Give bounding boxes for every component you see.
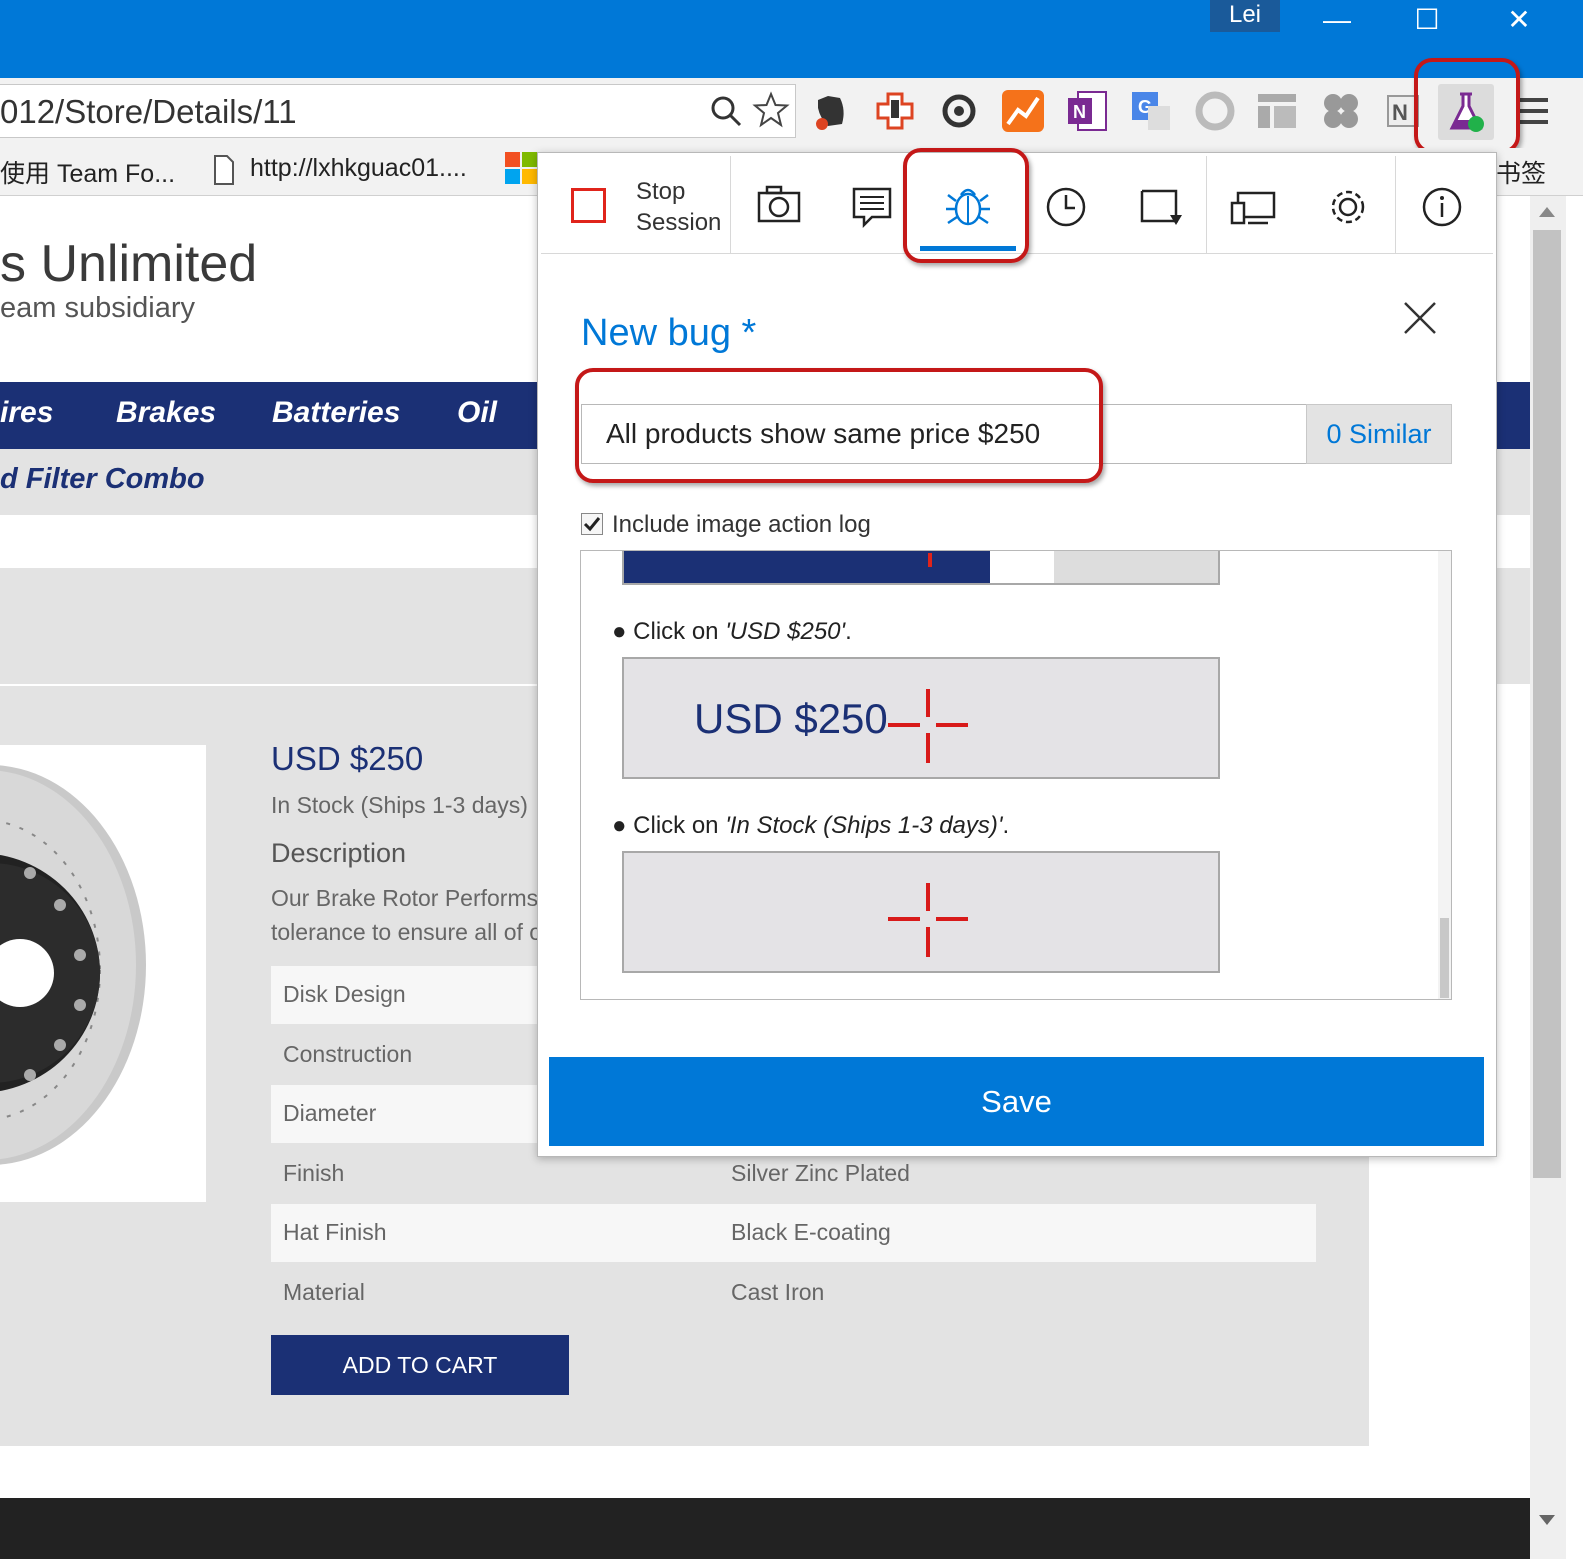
star-icon[interactable] [752,91,790,129]
translate-icon[interactable]: G [1128,88,1174,134]
close-window-icon[interactable]: ✕ [1474,0,1564,40]
toolbar-separator [730,156,731,254]
address-bar[interactable]: 012/Store/Details/11 [0,84,796,138]
toolbar-separator [1395,156,1396,254]
product-image [0,745,206,1202]
url-text: 012/Store/Details/11 [0,93,297,130]
crosshair-icon [888,689,968,763]
spec-label: Material [283,1279,365,1305]
stop-session-line1: Stop [636,178,686,205]
note-icon[interactable] [832,165,912,247]
search-icon[interactable] [708,93,744,129]
spec-label: Disk Design [283,981,406,1007]
spec-label: Finish [283,1160,345,1186]
nav-brakes[interactable]: Brakes [116,396,216,430]
highlight-bug-title [575,368,1103,483]
checkmark-icon [583,517,601,532]
page-footer [0,1498,1530,1559]
bullet: ● [612,618,634,645]
spec-label: Diameter [283,1100,377,1126]
layout-icon[interactable] [1254,88,1300,134]
svg-text:N: N [1073,102,1086,122]
log-item-target: 'USD $250' [725,618,846,645]
crop-icon[interactable] [1120,165,1200,247]
analytics-icon[interactable] [1000,88,1046,134]
scroll-down-icon[interactable] [1538,1514,1556,1526]
microsoft-icon[interactable] [505,152,537,184]
bullet: ● [612,812,634,839]
log-thumbnail [622,851,1220,973]
log-item-suffix: . [1002,812,1010,839]
log-scroll-thumb[interactable] [1440,918,1449,998]
devices-icon[interactable] [1214,165,1294,247]
crosshair-icon [888,883,968,957]
spec-value: Black E-coating [731,1219,891,1245]
log-item-target: 'In Stock (Ships 1-3 days)' [725,812,1003,839]
nav-filter-combo[interactable]: d Filter Combo [0,463,205,496]
log-thumbnail [622,551,1220,585]
stop-session-button[interactable]: Stop Session [636,176,721,238]
sync-icon[interactable] [936,88,982,134]
bookmark-lxhkguac[interactable]: http://lxhkguac01.... [250,154,467,183]
bookmark-team-foundation[interactable]: 使用 Team Fo... [0,154,175,190]
clover-icon[interactable] [1318,88,1364,134]
log-item-prefix: Click on [633,618,726,645]
svg-text:N: N [1392,100,1408,125]
spec-label: Hat Finish [283,1219,387,1245]
spec-value: Silver Zinc Plated [731,1160,910,1186]
log-item-suffix: . [845,618,852,645]
description-text: Our Brake Rotor Performs v [271,885,557,911]
page-scroll-thumb[interactable] [1533,230,1561,1178]
camera-icon[interactable] [739,165,819,247]
highlight-extension [1414,58,1520,154]
screenshot-plus-icon[interactable] [872,88,918,134]
stop-icon[interactable] [571,188,606,223]
maximize-icon[interactable]: ☐ [1382,0,1472,40]
log-item: ● Click on 'USD $250'. [612,618,852,646]
gear-icon[interactable] [1308,165,1388,247]
spec-label: Construction [283,1041,413,1067]
stock-status[interactable]: In Stock (Ships 1-3 days) [271,792,528,819]
clock-icon[interactable] [1026,165,1106,247]
dialog-title: New bug * [581,312,757,354]
description-text: tolerance to ensure all of o [271,919,543,945]
log-item-prefix: Click on [633,812,726,839]
description-heading: Description [271,838,407,868]
ring-icon[interactable] [1192,88,1238,134]
spec-row: Hat Finish Black E-coating [271,1204,1316,1262]
user-badge[interactable]: Lei [1210,0,1280,32]
scroll-up-icon[interactable] [1538,206,1556,218]
onenote-icon[interactable]: N [1064,88,1110,134]
add-to-cart-button[interactable]: ADD TO CART [271,1335,569,1395]
log-item: ● Click on 'In Stock (Ships 1-3 days)'. [612,812,1009,840]
nav-tires[interactable]: ires [0,396,53,430]
thumb-text: USD $250 [694,695,888,742]
nav-batteries[interactable]: Batteries [272,396,400,430]
site-subtitle: eam subsidiary [0,292,196,324]
page-icon [214,155,234,185]
spec-value: Cast Iron [731,1279,825,1305]
stop-session-line2: Session [636,209,722,236]
minimize-icon[interactable]: — [1292,0,1382,40]
log-thumbnail: USD $250 [622,657,1220,779]
similar-bugs-button[interactable]: 0 Similar [1306,404,1452,464]
product-price[interactable]: USD $250 [271,740,423,778]
evernote-icon[interactable] [808,88,854,134]
bookmarks-folder[interactable]: 书签 [1496,154,1546,190]
toolbar-separator [1206,156,1207,254]
nav-oil[interactable]: Oil [457,396,497,430]
include-log-checkbox[interactable] [581,513,603,535]
info-icon[interactable] [1402,165,1482,247]
highlight-bug-tool [903,148,1029,263]
site-brand[interactable]: s Unlimited [0,234,257,294]
include-log-label[interactable]: Include image action log [612,511,871,539]
spec-row: Material Cast Iron [271,1264,1316,1322]
close-icon[interactable] [1400,298,1440,338]
save-button[interactable]: Save [549,1057,1484,1146]
